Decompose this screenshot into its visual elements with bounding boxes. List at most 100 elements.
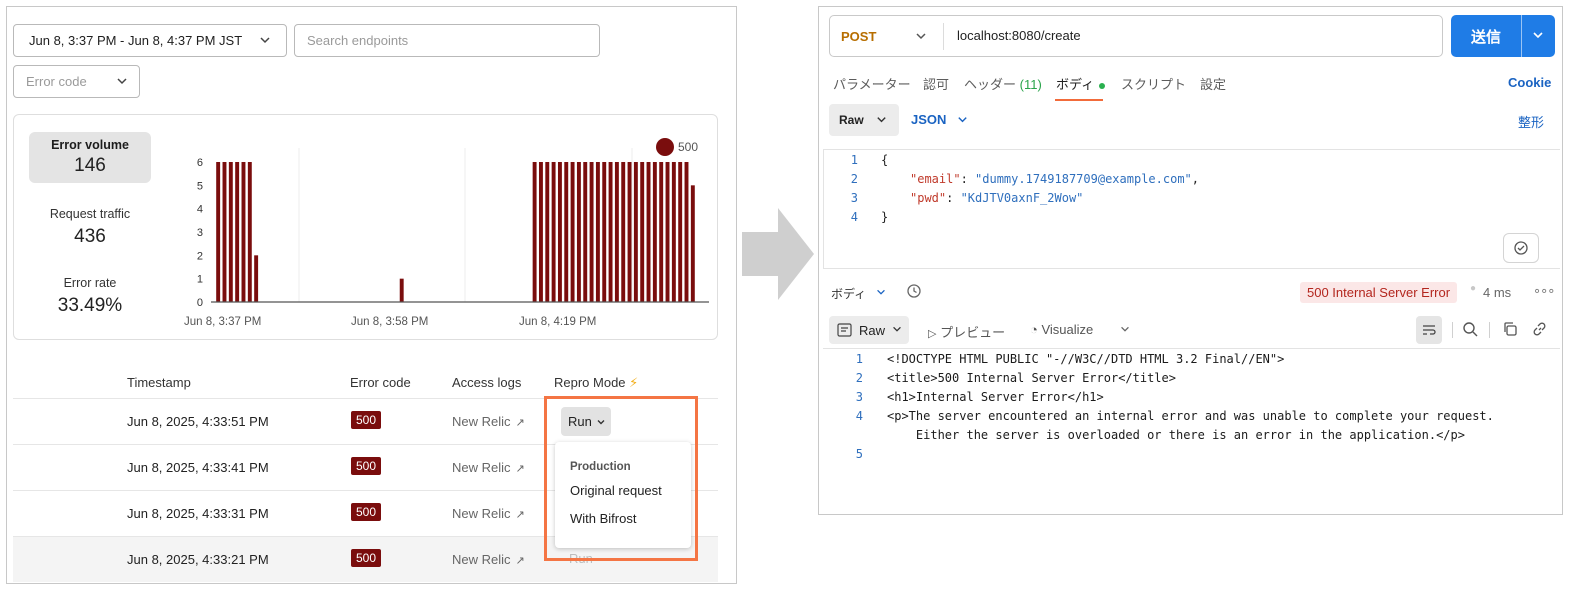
error-rate-label: Error rate — [63, 276, 117, 290]
chart-bar — [399, 278, 404, 302]
chevron-down-icon[interactable] — [914, 29, 928, 43]
row-timestamp: Jun 8, 2025, 4:33:41 PM — [127, 460, 269, 475]
chart-bar — [564, 162, 569, 302]
status-badge: 500 Internal Server Error — [1300, 282, 1458, 303]
separator-dot-icon: ● — [1470, 283, 1477, 294]
send-button[interactable]: 送信 — [1451, 15, 1555, 57]
line-number: 2 — [850, 172, 858, 186]
line-number: 3 — [850, 191, 858, 205]
new-relic-label: New Relic — [452, 506, 511, 521]
body-mode-select[interactable]: Raw — [829, 104, 899, 136]
chart-bar — [589, 162, 594, 302]
chart-bar — [222, 162, 227, 302]
error-code-placeholder: Error code — [26, 74, 87, 89]
new-relic-link[interactable]: New Relic ↗ — [452, 460, 525, 475]
y-tick-label: 3 — [197, 227, 203, 239]
row-timestamp: Jun 8, 2025, 4:33:31 PM — [127, 506, 269, 521]
cookie-link[interactable]: Cookie — [1508, 75, 1551, 90]
response-view-select[interactable]: Raw — [829, 316, 909, 344]
new-relic-link[interactable]: New Relic ↗ — [452, 506, 525, 521]
tab-scripts[interactable]: スクリプト — [1121, 74, 1186, 93]
chart-bar — [633, 162, 638, 302]
chevron-down-icon[interactable] — [956, 113, 969, 126]
chevron-down-icon — [877, 117, 886, 123]
divider — [943, 23, 944, 50]
wrap-lines-button[interactable] — [1416, 316, 1442, 344]
chart-bar — [545, 162, 550, 302]
chevron-down-icon[interactable] — [1119, 323, 1131, 335]
chart-bar — [652, 162, 657, 302]
line-number: 1 — [850, 153, 858, 167]
lightning-icon: ⚡ — [629, 375, 639, 390]
chart-bar — [235, 162, 240, 302]
code-line: "pwd": "KdJTV0axnF_2Wow" — [910, 191, 1084, 205]
request-traffic-stat[interactable]: Request traffic 436 — [29, 207, 151, 248]
url-input[interactable]: localhost:8080/create — [957, 28, 1081, 43]
new-relic-link[interactable]: New Relic ↗ — [452, 552, 525, 567]
error-code-badge: 500 — [351, 457, 382, 475]
chart-bar — [646, 162, 651, 302]
link-icon[interactable] — [1532, 321, 1548, 337]
x-tick-label: Jun 8, 3:58 PM — [351, 316, 428, 328]
divider — [1521, 15, 1522, 57]
error-volume-label: Error volume — [51, 138, 129, 152]
col-header-access-logs: Access logs — [452, 375, 522, 390]
json-key: "pwd" — [910, 191, 947, 205]
x-tick-label: Jun 8, 4:19 PM — [519, 316, 596, 328]
tab-settings[interactable]: 設定 — [1200, 74, 1226, 93]
chart-bar — [690, 185, 695, 302]
chevron-down-icon[interactable] — [875, 286, 887, 298]
tab-auth[interactable]: 認可 — [923, 74, 949, 93]
more-options-icon[interactable]: ∘∘∘ — [1533, 283, 1555, 299]
tab-headers[interactable]: ヘッダー (11) — [964, 74, 1042, 93]
tab-body[interactable]: ボディ — [1056, 74, 1106, 93]
external-link-icon: ↗ — [515, 555, 525, 567]
y-tick-label: 2 — [197, 250, 203, 262]
beautify-button[interactable]: 整形 — [1518, 112, 1544, 131]
response-toolbar: Raw ▷ プレビュー ◔ Visualize — [829, 316, 1557, 344]
history-icon[interactable] — [906, 283, 922, 299]
x-tick-label: Jun 8, 3:37 PM — [184, 316, 261, 328]
search-icon[interactable] — [1462, 321, 1479, 338]
chart-bar — [247, 162, 252, 302]
line-number: 4 — [855, 409, 863, 423]
body-format-select[interactable]: JSON — [911, 112, 946, 127]
request-traffic-label: Request traffic — [49, 207, 131, 221]
chart-bar — [241, 162, 246, 302]
json-value: "dummy.1749187709@example.com" — [975, 172, 1192, 186]
error-code-select[interactable]: Error code — [13, 65, 140, 98]
chart-bar — [557, 162, 562, 302]
row-timestamp: Jun 8, 2025, 4:33:21 PM — [127, 552, 269, 567]
line-number: 4 — [850, 210, 858, 224]
error-code-badge: 500 — [351, 503, 382, 521]
tab-params[interactable]: パラメーター — [833, 74, 911, 93]
tab-headers-label: ヘッダー — [964, 77, 1017, 92]
response-line: Either the server is overloaded or there… — [887, 428, 1465, 442]
divider — [1489, 322, 1490, 338]
error-rate-stat[interactable]: Error rate 33.49% — [29, 276, 151, 317]
play-icon: ▷ — [928, 328, 937, 340]
search-endpoints-input[interactable]: Search endpoints — [294, 24, 600, 57]
preview-button[interactable]: ▷ プレビュー — [928, 322, 1005, 341]
new-relic-label: New Relic — [452, 414, 511, 429]
generate-code-button[interactable] — [1503, 233, 1539, 263]
copy-icon[interactable] — [1502, 321, 1518, 337]
response-line: <h1>Internal Server Error</h1> — [887, 390, 1104, 404]
visualize-button[interactable]: ◔ Visualize — [1030, 322, 1093, 337]
code-line: } — [881, 210, 889, 224]
header-count: (11) — [1019, 77, 1042, 92]
date-range-picker[interactable]: Jun 8, 3:37 PM - Jun 8, 4:37 PM JST — [13, 24, 287, 57]
response-line: <title>500 Internal Server Error</title> — [887, 371, 1176, 385]
api-client-panel: POST localhost:8080/create 送信 パラメーター 認可 … — [818, 6, 1563, 515]
request-body-editor[interactable]: 1 2 3 4 { "email": "dummy.1749187709@exa… — [823, 149, 1560, 269]
response-time: 4 ms — [1483, 285, 1512, 300]
chevron-down-icon[interactable] — [1531, 28, 1545, 42]
response-body-label[interactable]: ボディ — [831, 285, 866, 302]
response-body-viewer[interactable]: 1 2 3 4 5 <!DOCTYPE HTML PUBLIC "-//W3C/… — [823, 348, 1560, 513]
http-method-select[interactable]: POST — [841, 29, 876, 44]
error-volume-stat[interactable]: Error volume 146 — [29, 132, 151, 183]
cookie-refresh-icon — [1514, 241, 1528, 255]
body-mode-label: Raw — [839, 113, 864, 127]
chart-bar — [678, 162, 683, 302]
new-relic-link[interactable]: New Relic ↗ — [452, 414, 525, 429]
